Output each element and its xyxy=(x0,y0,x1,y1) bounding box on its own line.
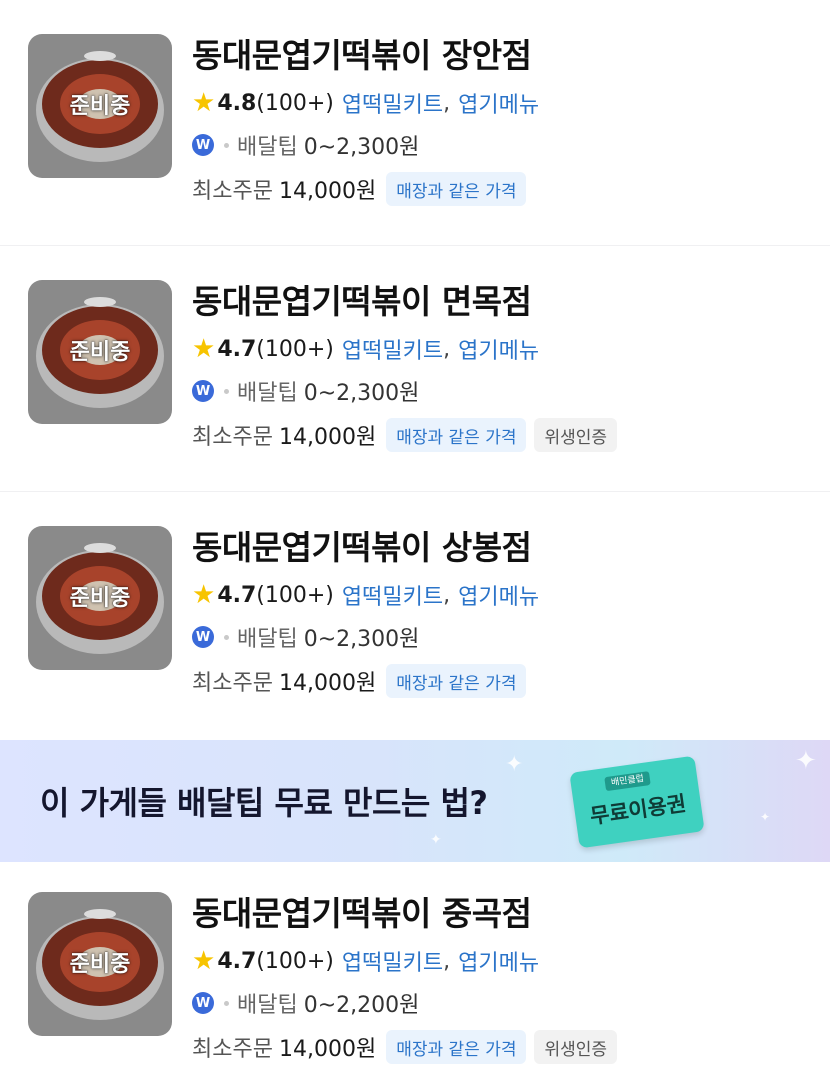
star-icon: ★ xyxy=(192,88,216,118)
free-pass-coupon: 배민클럽 무료이용권 xyxy=(569,755,705,849)
store-thumbnail: 준비중 xyxy=(28,280,172,424)
menu-link[interactable]: 엽떡밀키트 xyxy=(342,87,443,119)
store-card[interactable]: 준비중 동대문엽기떡볶이 장안점 ★ 4.8 (100+) 엽떡밀키트 , 엽기… xyxy=(0,0,830,246)
review-count: (100+) xyxy=(256,948,334,974)
store-thumbnail: 준비중 xyxy=(28,892,172,1036)
sparkle-icon: ✦ xyxy=(760,810,771,824)
menu-link[interactable]: 엽기메뉴 xyxy=(458,87,539,119)
store-name[interactable]: 동대문엽기떡볶이 중곡점 xyxy=(192,894,625,934)
min-order-row: 최소주문 14,000원 매장과 같은 가격 xyxy=(192,172,539,206)
delivery-tip-value: 0~2,300원 xyxy=(303,627,420,652)
min-order-row: 최소주문 14,000원 매장과 같은 가격 위생인증 xyxy=(192,418,625,452)
min-order-row: 최소주문 14,000원 매장과 같은 가격 위생인증 xyxy=(192,1030,625,1064)
min-order-label: 최소주문 xyxy=(192,1037,273,1062)
banner-title: 이 가게들 배달팁 무료 만드는 법? xyxy=(40,784,488,822)
thumbnail-status-label: 준비중 xyxy=(69,340,131,365)
delivery-tip-value: 0~2,300원 xyxy=(303,135,420,160)
store-thumbnail: 준비중 xyxy=(28,526,172,670)
menu-separator: , xyxy=(443,336,451,362)
store-thumbnail: 준비중 xyxy=(28,34,172,178)
rating-row: ★ 4.7 (100+) 엽떡밀키트 , 엽기메뉴 xyxy=(192,946,625,976)
thumbnail-status-label: 준비중 xyxy=(69,586,131,611)
menu-link[interactable]: 엽기메뉴 xyxy=(458,945,539,977)
rating-score: 4.7 xyxy=(217,582,257,608)
min-order-value: 14,000원 xyxy=(278,179,377,204)
separator-dot xyxy=(224,142,229,148)
menu-separator: , xyxy=(443,948,451,974)
store-name[interactable]: 동대문엽기떡볶이 상봉점 xyxy=(192,528,539,568)
sparkle-icon: ✦ xyxy=(795,746,817,776)
delivery-service-icon: W xyxy=(192,992,214,1014)
hygiene-certified-badge: 위생인증 xyxy=(534,418,618,452)
min-order-label: 최소주문 xyxy=(192,179,273,204)
delivery-tip-label: 배달팁 xyxy=(237,627,298,652)
store-name[interactable]: 동대문엽기떡볶이 면목점 xyxy=(192,282,625,322)
menu-link[interactable]: 엽기메뉴 xyxy=(458,579,539,611)
menu-link[interactable]: 엽떡밀키트 xyxy=(342,579,443,611)
thumbnail-status-label: 준비중 xyxy=(69,952,131,977)
store-card[interactable]: 준비중 동대문엽기떡볶이 면목점 ★ 4.7 (100+) 엽떡밀키트 , 엽기… xyxy=(0,246,830,492)
delivery-row: W 배달팁 0~2,200원 xyxy=(192,988,625,1018)
menu-link[interactable]: 엽기메뉴 xyxy=(458,333,539,365)
review-count: (100+) xyxy=(256,90,334,116)
store-name[interactable]: 동대문엽기떡볶이 장안점 xyxy=(192,36,539,76)
delivery-tip-label: 배달팁 xyxy=(237,993,298,1018)
min-order-label: 최소주문 xyxy=(192,671,273,696)
delivery-row: W 배달팁 0~2,300원 xyxy=(192,622,539,652)
delivery-row: W 배달팁 0~2,300원 xyxy=(192,130,539,160)
min-order-row: 최소주문 14,000원 매장과 같은 가격 xyxy=(192,664,539,698)
same-price-badge: 매장과 같은 가격 xyxy=(386,172,527,206)
menu-link[interactable]: 엽떡밀키트 xyxy=(342,333,443,365)
rating-row: ★ 4.8 (100+) 엽떡밀키트 , 엽기메뉴 xyxy=(192,88,539,118)
star-icon: ★ xyxy=(192,334,216,364)
rating-score: 4.7 xyxy=(217,336,257,362)
min-order-value: 14,000원 xyxy=(278,425,377,450)
store-card[interactable]: 준비중 동대문엽기떡볶이 상봉점 ★ 4.7 (100+) 엽떡밀키트 , 엽기… xyxy=(0,492,830,740)
star-icon: ★ xyxy=(192,946,216,976)
coupon-title: 무료이용권 xyxy=(588,791,688,829)
delivery-tip-label: 배달팁 xyxy=(237,135,298,160)
menu-link[interactable]: 엽떡밀키트 xyxy=(342,945,443,977)
rating-row: ★ 4.7 (100+) 엽떡밀키트 , 엽기메뉴 xyxy=(192,334,625,364)
review-count: (100+) xyxy=(256,582,334,608)
coupon-brand-label: 배민클럽 xyxy=(604,771,651,792)
delivery-tip-value: 0~2,300원 xyxy=(303,381,420,406)
delivery-row: W 배달팁 0~2,300원 xyxy=(192,376,625,406)
same-price-badge: 매장과 같은 가격 xyxy=(386,664,527,698)
sparkle-icon: ✦ xyxy=(505,752,524,777)
rating-row: ★ 4.7 (100+) 엽떡밀키트 , 엽기메뉴 xyxy=(192,580,539,610)
same-price-badge: 매장과 같은 가격 xyxy=(386,1030,527,1064)
rating-score: 4.8 xyxy=(217,90,257,116)
hygiene-certified-badge: 위생인증 xyxy=(534,1030,618,1064)
min-order-label: 최소주문 xyxy=(192,425,273,450)
separator-dot xyxy=(224,1000,229,1006)
rating-score: 4.7 xyxy=(217,948,257,974)
same-price-badge: 매장과 같은 가격 xyxy=(386,418,527,452)
min-order-value: 14,000원 xyxy=(278,671,377,696)
store-card[interactable]: 준비중 동대문엽기떡볶이 중곡점 ★ 4.7 (100+) 엽떡밀키트 , 엽기… xyxy=(0,862,830,1089)
delivery-tip-value: 0~2,200원 xyxy=(303,993,420,1018)
free-delivery-promo-banner[interactable]: ✦ ✦ ✦ ✦ 이 가게들 배달팁 무료 만드는 법? 배민클럽 무료이용권 xyxy=(0,740,830,862)
separator-dot xyxy=(224,634,229,640)
thumbnail-status-label: 준비중 xyxy=(69,94,131,119)
min-order-value: 14,000원 xyxy=(278,1037,377,1062)
star-icon: ★ xyxy=(192,580,216,610)
delivery-tip-label: 배달팁 xyxy=(237,381,298,406)
sparkle-icon: ✦ xyxy=(430,832,442,848)
delivery-service-icon: W xyxy=(192,380,214,402)
delivery-service-icon: W xyxy=(192,626,214,648)
review-count: (100+) xyxy=(256,336,334,362)
delivery-service-icon: W xyxy=(192,134,214,156)
menu-separator: , xyxy=(443,582,451,608)
separator-dot xyxy=(224,388,229,394)
menu-separator: , xyxy=(443,90,451,116)
